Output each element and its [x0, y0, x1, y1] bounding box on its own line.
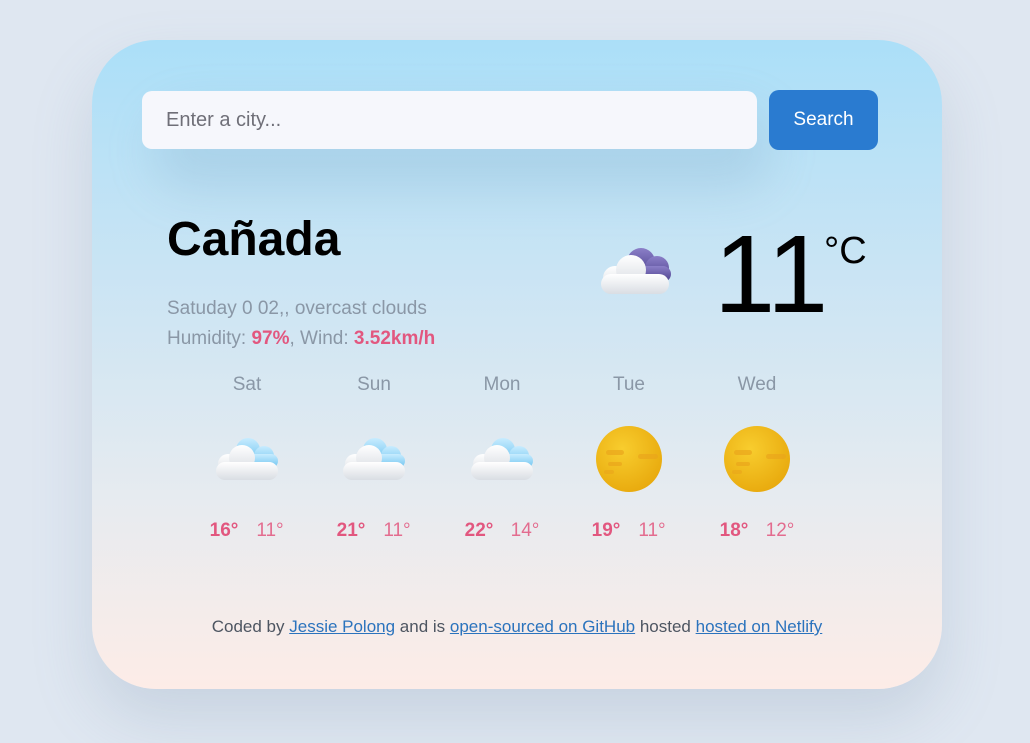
forecast-day: Tue 19° 11°: [574, 370, 684, 546]
netlify-link[interactable]: hosted on Netlify: [696, 617, 823, 636]
footer-prefix: Coded by: [211, 617, 290, 636]
author-link[interactable]: Jessie Polong: [289, 617, 395, 636]
cloud-icon: [343, 438, 405, 480]
forecast-temps: 16° 11°: [192, 520, 302, 546]
search-input[interactable]: [142, 91, 757, 149]
footer-middle: and is: [395, 617, 450, 636]
temperature-unit[interactable]: °C: [824, 230, 867, 273]
forecast-min-temp: 12°: [765, 520, 795, 541]
forecast-day-name: Sun: [357, 374, 391, 395]
weather-card: Search Cañada Satuday 0 02,, overcast cl…: [92, 40, 942, 689]
date-description: Satuday 0 02,, overcast clouds: [167, 298, 427, 319]
city-name: Cañada: [167, 213, 341, 266]
sun-icon: [724, 426, 790, 492]
forecast-day: Mon 22° 14°: [447, 370, 557, 546]
current-details: Satuday 0 02,, overcast clouds Humidity:…: [167, 294, 435, 354]
humidity-value: 97%: [251, 328, 290, 349]
forecast-temps: 22° 14°: [447, 520, 557, 546]
forecast-max-temp: 18°: [719, 520, 749, 541]
overcast-cloud-icon: [595, 240, 675, 305]
forecast-day-name: Sat: [232, 374, 262, 395]
forecast-max-temp: 22°: [464, 520, 494, 541]
humidity-wind-line: Humidity: 97%, Wind: 3.52km/h: [167, 324, 435, 354]
forecast-day: Sun 21° 11°: [319, 370, 429, 546]
forecast-day-name: Mon: [483, 374, 521, 395]
forecast-min-temp: 14°: [510, 520, 540, 541]
forecast-day: Wed 18° 12°: [702, 370, 812, 546]
footer: Coded by Jessie Polong and is open-sourc…: [92, 617, 942, 637]
search-button[interactable]: Search: [769, 90, 878, 150]
humidity-label: Humidity:: [167, 328, 252, 349]
forecast-min-temp: 11°: [638, 520, 666, 541]
forecast: Sat 16° 11° Sun 21° 11° Mon 22° 14° Tue …: [192, 370, 832, 570]
forecast-day-name: Wed: [737, 374, 777, 395]
forecast-temps: 19° 11°: [574, 520, 684, 546]
forecast-day: Sat 16° 11°: [192, 370, 302, 546]
forecast-max-temp: 19°: [591, 520, 621, 541]
sun-icon: [596, 426, 662, 492]
forecast-min-temp: 11°: [383, 520, 411, 541]
github-link[interactable]: open-sourced on GitHub: [450, 617, 635, 636]
forecast-day-name: Tue: [612, 374, 646, 395]
wind-value: 3.52km/h: [353, 328, 436, 349]
current-temperature: 11: [714, 213, 829, 336]
forecast-min-temp: 11°: [256, 520, 284, 541]
cloud-icon: [471, 438, 533, 480]
forecast-max-temp: 16°: [209, 520, 239, 541]
cloud-icon: [216, 438, 278, 480]
wind-label: , Wind:: [289, 328, 354, 349]
footer-hosted-text: hosted: [635, 617, 696, 636]
forecast-temps: 21° 11°: [319, 520, 429, 546]
forecast-max-temp: 21°: [336, 520, 366, 541]
forecast-temps: 18° 12°: [702, 520, 812, 546]
